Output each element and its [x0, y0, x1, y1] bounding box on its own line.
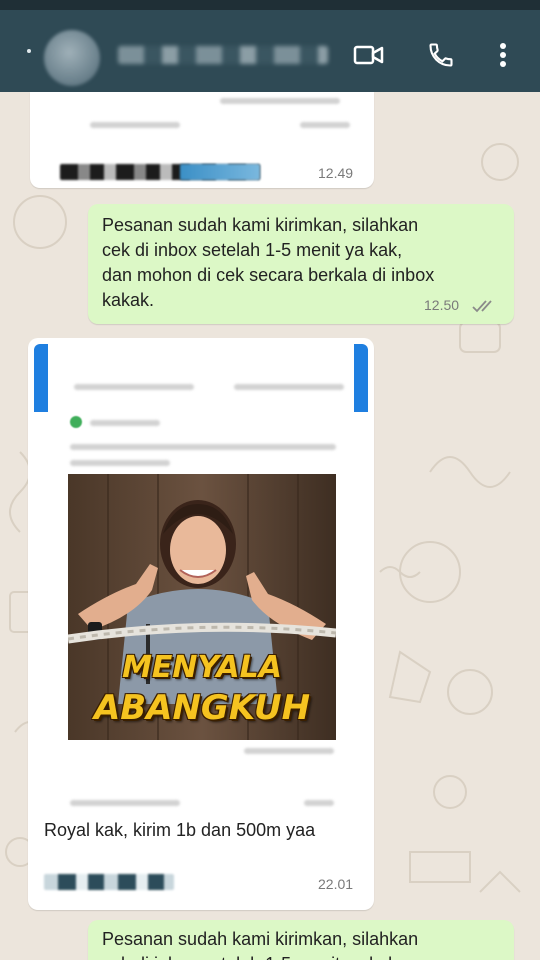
video-call-button[interactable]	[352, 38, 386, 72]
blurred-receipt-line	[244, 748, 334, 754]
blurred-receipt-line	[220, 98, 340, 104]
meme-text-bottom: ABANGKUH	[93, 688, 311, 728]
incoming-message[interactable]: 12.49	[30, 92, 374, 188]
blurred-receipt-line	[304, 800, 334, 806]
video-call-icon	[353, 45, 384, 65]
message-time: 22.01	[318, 876, 354, 892]
more-options-button[interactable]	[486, 38, 520, 72]
preview-stripe	[354, 344, 368, 412]
blurred-receipt-line	[90, 420, 160, 426]
redacted-info	[44, 874, 174, 890]
blurred-receipt-line	[70, 444, 336, 450]
message-text: Pesanan sudah kami kirimkan, silahkan ce…	[102, 927, 502, 960]
blurred-receipt-line	[90, 122, 180, 128]
contact-name[interactable]	[118, 46, 328, 64]
chat-header	[0, 10, 540, 92]
message-time: 12.50	[424, 297, 460, 313]
blurred-receipt-line	[234, 384, 344, 390]
outgoing-message[interactable]: Pesanan sudah kami kirimkan, silahkan ce…	[88, 920, 514, 960]
message-line: Pesanan sudah kami kirimkan, silahkan	[102, 929, 419, 949]
blurred-receipt-line	[70, 460, 170, 466]
message-line: Pesanan sudah kami kirimkan, silahkan	[102, 215, 419, 235]
image-preview[interactable]: MENYALA ABANGKUH	[34, 344, 368, 810]
blurred-receipt-line	[70, 800, 180, 806]
voice-call-icon	[429, 43, 453, 67]
redacted-info	[180, 164, 260, 180]
blurred-receipt-line	[300, 122, 350, 128]
avatar[interactable]	[44, 30, 100, 86]
meme-text-top: MENYALA	[122, 650, 282, 685]
blurred-status-dot	[70, 416, 82, 428]
message-line: cek di inbox setelah 1-5 menit ya kak,	[102, 240, 403, 260]
preview-stripe	[34, 344, 48, 412]
status-bar	[0, 0, 540, 10]
read-receipt-icon	[472, 300, 492, 313]
outgoing-message[interactable]: Pesanan sudah kami kirimkan, silahkan ce…	[88, 204, 514, 324]
blurred-receipt-line	[74, 384, 194, 390]
message-caption: Royal kak, kirim 1b dan 500m yaa	[44, 820, 316, 840]
back-arrow-icon[interactable]	[22, 44, 36, 58]
message-line: dan mohon di cek secara berkala di inbox	[102, 265, 435, 285]
message-line: cek di inbox setelah 1-5 menit ya kak,	[102, 952, 502, 960]
message-time: 12.49	[318, 165, 354, 181]
voice-call-button[interactable]	[424, 38, 458, 72]
meme-image: MENYALA ABANGKUH	[68, 474, 336, 740]
more-options-icon	[500, 43, 506, 67]
